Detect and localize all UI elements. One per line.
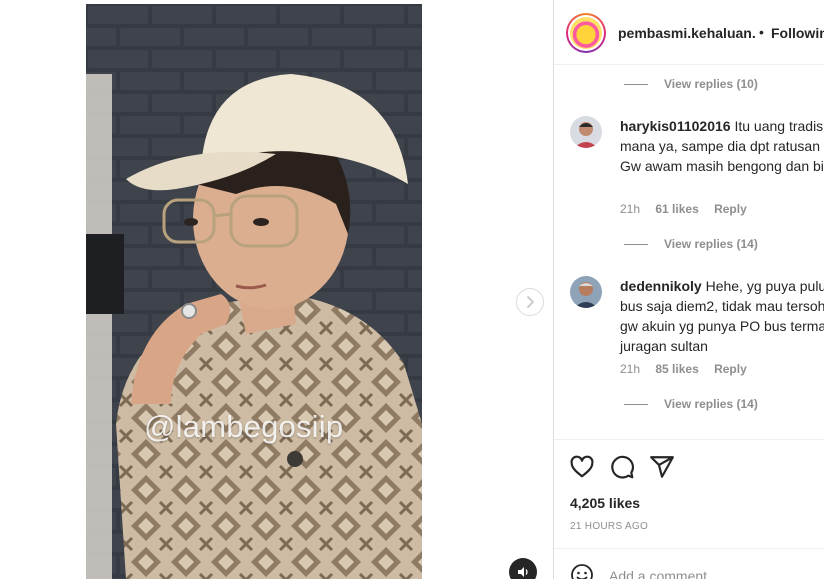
composer-divider [554, 548, 824, 549]
commenter-avatar[interactable] [570, 116, 602, 148]
post-timestamp: 21 HOURS AGO [570, 521, 649, 532]
actions-divider [554, 439, 824, 440]
comment-input[interactable] [609, 566, 809, 579]
post-sidebar: pembasmi.kehaluan. • Following View repl… [554, 0, 824, 579]
comment-text: dedennikoly Hehe, yg puya puluhan PO bus… [620, 276, 824, 356]
commenter-avatar[interactable] [570, 276, 602, 308]
share-icon[interactable] [649, 454, 675, 480]
comment-icon[interactable] [609, 454, 635, 480]
likes-count[interactable]: 4,205 likes [570, 495, 640, 511]
comment-meta: 21h 85 likes Reply [620, 362, 759, 376]
comment-age: 21h [620, 362, 641, 376]
comments-list: View replies (10) harykis01102016 Itu ua… [554, 65, 824, 439]
comment-username[interactable]: harykis01102016 [620, 118, 731, 134]
comment-meta: 21h 61 likes Reply [620, 202, 759, 216]
comment-text: harykis01102016 Itu uang tradisi dr mana… [620, 116, 824, 176]
comment-age: 21h [620, 202, 641, 216]
view-replies-label: View replies (10) [664, 77, 758, 91]
reply-button[interactable]: Reply [714, 202, 747, 216]
view-replies-button[interactable]: View replies (10) [624, 74, 758, 94]
author-username[interactable]: pembasmi.kehaluan. [618, 25, 756, 41]
post-header: pembasmi.kehaluan. • Following [554, 0, 824, 65]
avatar-image [570, 17, 602, 49]
comment-likes[interactable]: 85 likes [655, 362, 698, 376]
replies-line [624, 83, 648, 85]
reply-button[interactable]: Reply [714, 362, 747, 376]
video-frame-illustration [86, 4, 422, 579]
replies-line [624, 243, 648, 245]
video-watermark: @lambegosiip [144, 409, 344, 444]
next-media-button[interactable] [516, 288, 544, 316]
speaker-icon [518, 567, 528, 577]
avatar-image [570, 276, 602, 308]
avatar-image [570, 116, 602, 148]
avatar-ring-inner [568, 15, 604, 51]
media-pane: @lambegosiip [0, 0, 553, 579]
author-avatar[interactable] [566, 13, 606, 53]
chevron-right-icon [527, 296, 534, 308]
comment-username[interactable]: dedennikoly [620, 278, 702, 294]
post-video[interactable]: @lambegosiip [86, 4, 422, 579]
heart-icon[interactable] [569, 454, 595, 480]
following-button[interactable]: Following [771, 25, 824, 41]
replies-line [624, 403, 648, 405]
post-actions [554, 450, 824, 482]
mute-toggle-button[interactable] [509, 558, 537, 579]
header-separator: • [759, 24, 764, 40]
comment-likes[interactable]: 61 likes [655, 202, 698, 216]
view-replies-button[interactable]: View replies (14) [624, 394, 758, 414]
view-replies-button[interactable]: View replies (14) [624, 234, 758, 254]
emoji-icon[interactable] [570, 563, 594, 579]
view-replies-label: View replies (14) [664, 397, 758, 411]
view-replies-label: View replies (14) [664, 237, 758, 251]
